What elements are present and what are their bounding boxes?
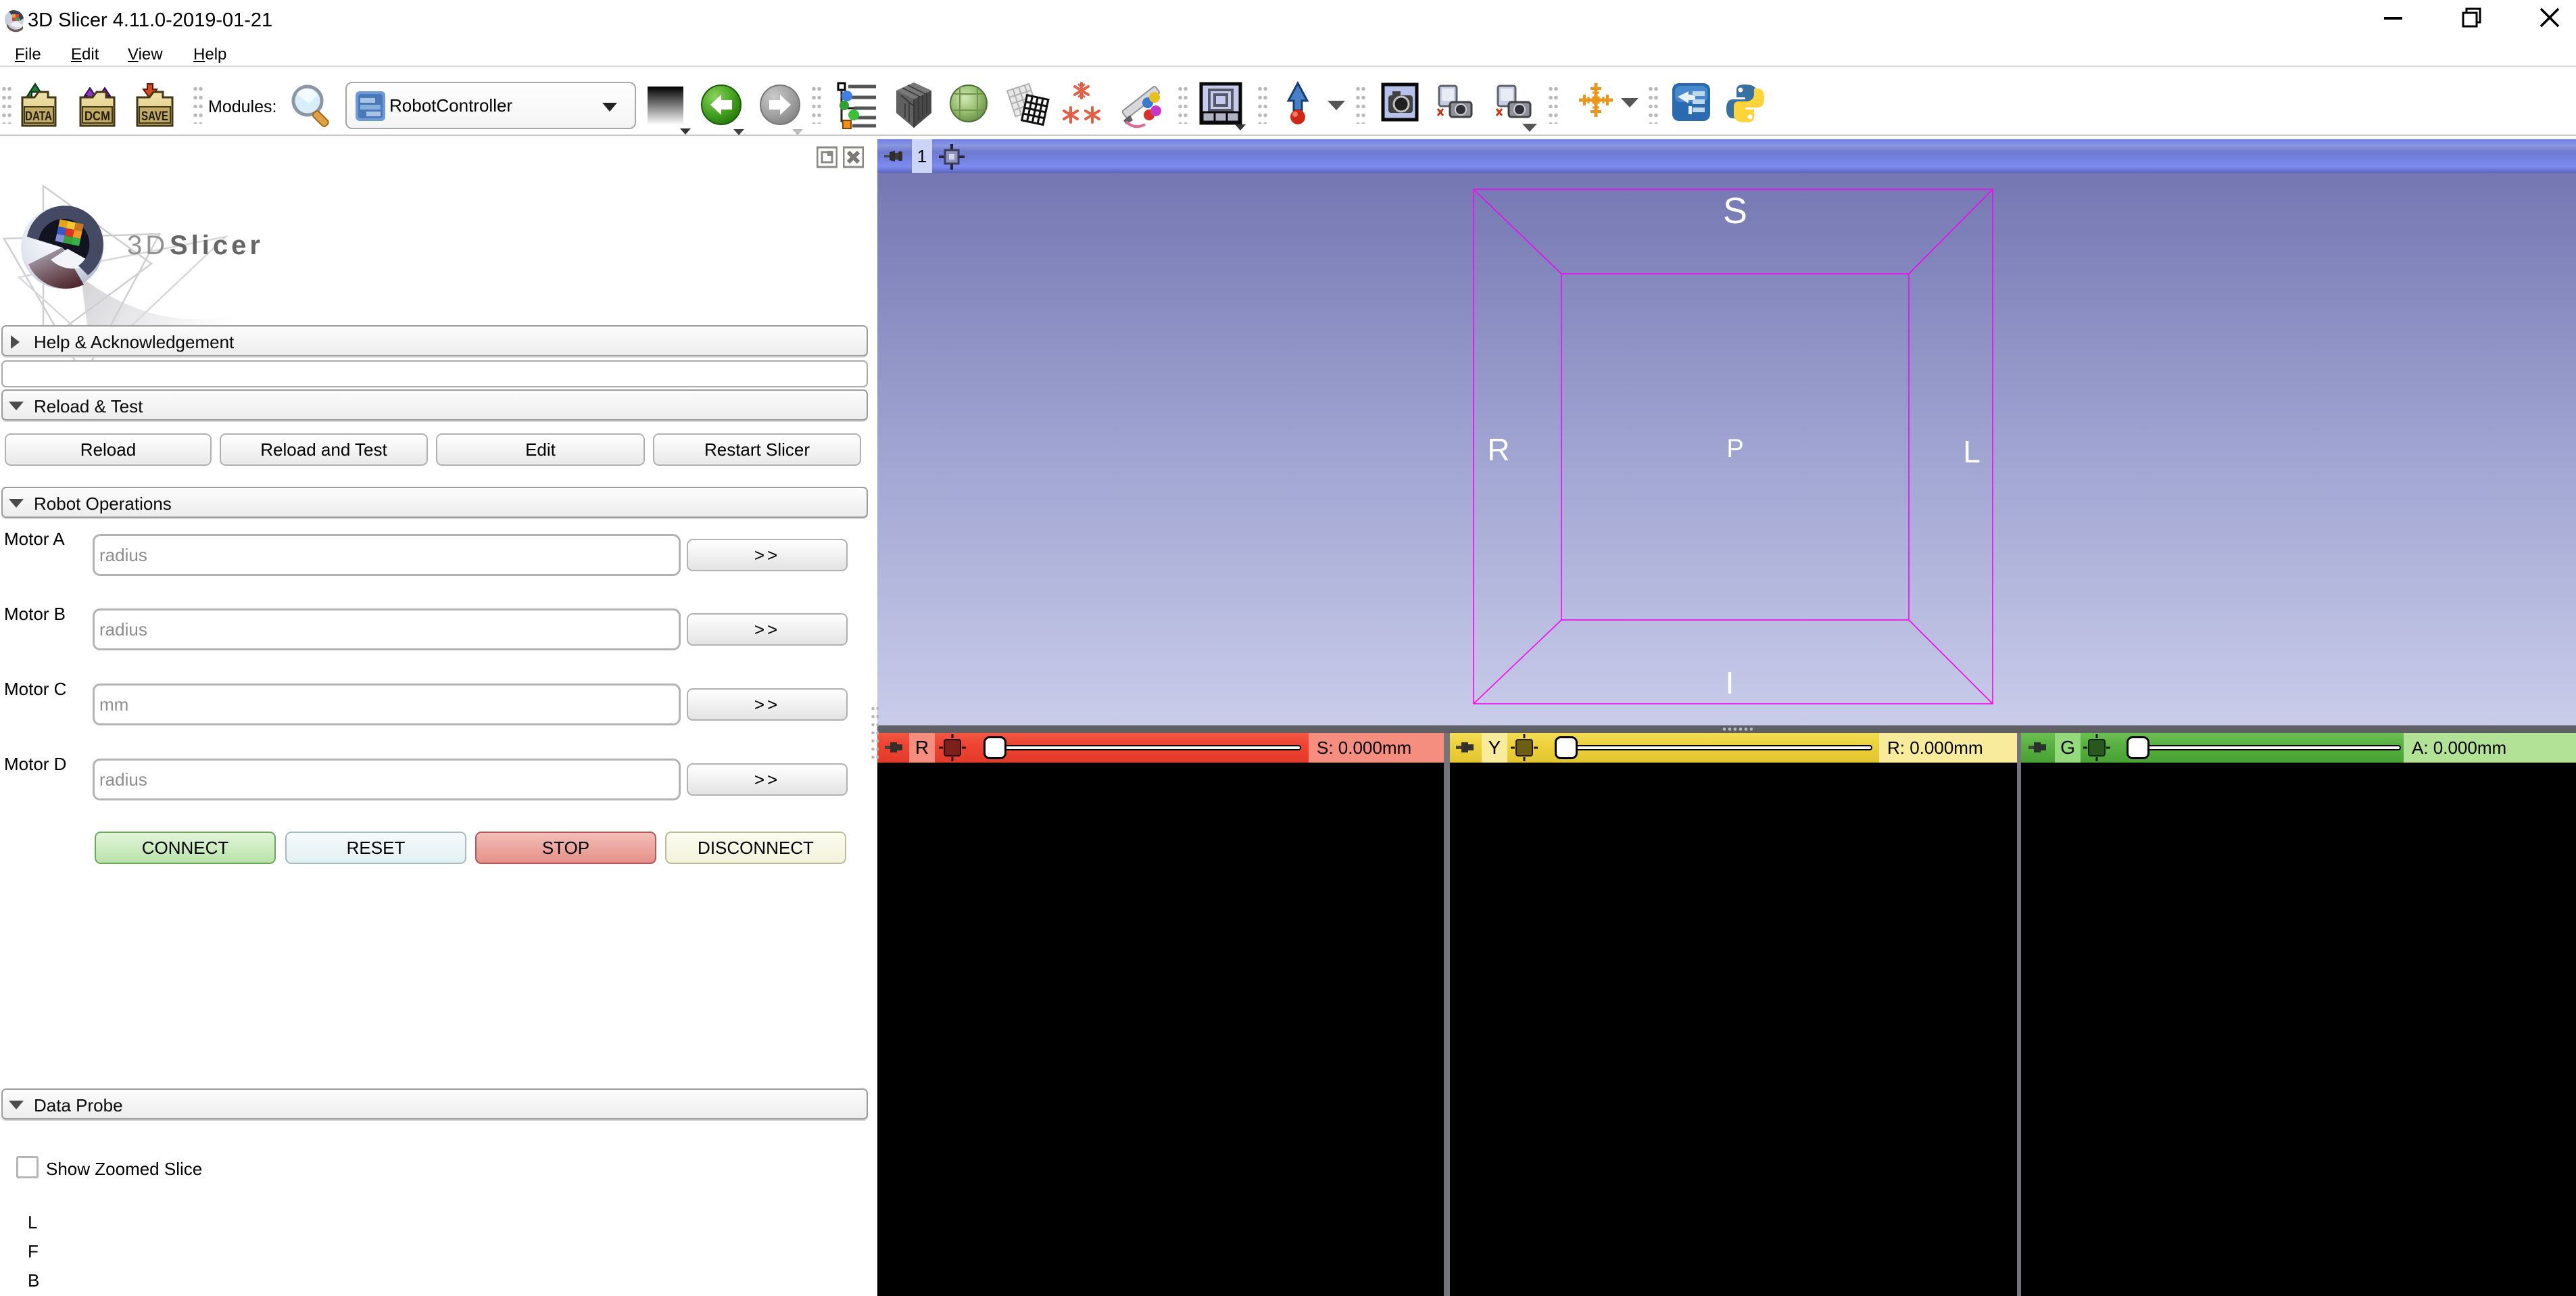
svg-text:L: L bbox=[1963, 434, 1980, 469]
svg-text:DATA: DATA bbox=[25, 110, 52, 124]
svg-text:S: S bbox=[1723, 191, 1747, 231]
svg-text:Slicer: Slicer bbox=[170, 231, 264, 260]
svg-text:3D: 3D bbox=[127, 231, 168, 260]
svg-text:DCM: DCM bbox=[84, 110, 110, 124]
svg-text:SAVE: SAVE bbox=[141, 110, 168, 124]
svg-text:P: P bbox=[1726, 435, 1743, 463]
svg-text:R: R bbox=[1487, 432, 1509, 467]
svg-text:I: I bbox=[1726, 665, 1734, 700]
